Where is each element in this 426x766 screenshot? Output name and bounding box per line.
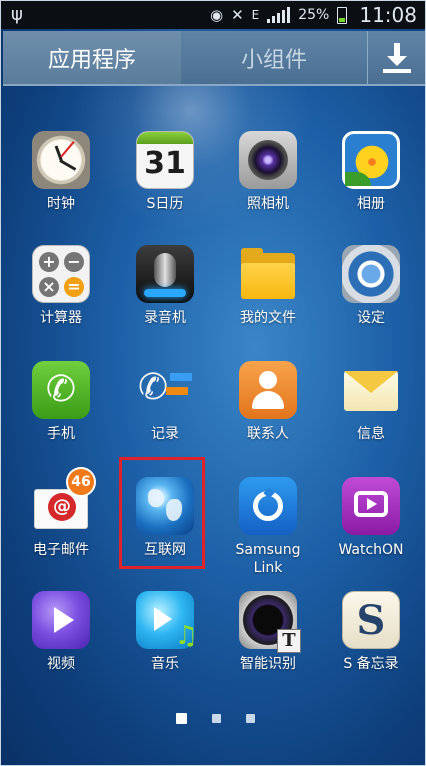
- page-dot[interactable]: [212, 714, 221, 723]
- app-voice-recorder[interactable]: 录音机: [117, 245, 213, 327]
- app-label: 记录: [151, 426, 179, 442]
- phone-icon: ✆: [32, 361, 90, 419]
- app-label: 时钟: [47, 196, 75, 212]
- app-label: S 备忘录: [343, 656, 399, 672]
- highlight-box: [119, 457, 205, 569]
- clock-time: 11:08: [359, 3, 417, 27]
- app-s-calendar[interactable]: 31 S日历: [117, 131, 213, 213]
- app-label: 录音机: [144, 310, 186, 326]
- app-label: S日历: [146, 196, 184, 212]
- app-calculator[interactable]: + − × = 计算器: [13, 245, 109, 327]
- app-optical-reader[interactable]: T 智能识别: [220, 591, 316, 673]
- settings-gear-icon: [342, 245, 400, 303]
- app-music[interactable]: ♫ 音乐: [117, 591, 213, 673]
- app-label: 智能识别: [240, 656, 296, 672]
- eye-icon: ◉: [209, 6, 224, 24]
- mute-icon: ✕: [231, 6, 244, 24]
- status-bar: ψ ◉ ✕ E 25% 11:08: [1, 1, 425, 29]
- clock-icon: [32, 131, 90, 189]
- app-label: 信息: [357, 426, 385, 442]
- music-icon: ♫: [136, 591, 198, 651]
- page-indicator: [1, 713, 426, 726]
- app-watchon[interactable]: WatchON: [323, 477, 419, 559]
- app-gallery[interactable]: 相册: [323, 131, 419, 213]
- status-bar-right: ◉ ✕ E 25% 11:08: [210, 1, 417, 29]
- app-drawer-tabs: 应用程序 小组件: [3, 31, 425, 86]
- download-icon: [382, 42, 411, 73]
- voice-recorder-icon: [136, 245, 194, 303]
- app-label: 电子邮件: [33, 542, 89, 558]
- message-envelope-icon: [342, 361, 400, 419]
- app-label: 相册: [357, 196, 385, 212]
- app-label: 我的文件: [240, 310, 296, 326]
- tab-apps[interactable]: 应用程序: [3, 31, 181, 84]
- app-label-line: Link: [253, 560, 283, 576]
- email-icon: @ 46: [32, 467, 96, 535]
- app-label: Samsung Link: [220, 541, 316, 577]
- app-call-log[interactable]: ✆ 记录: [117, 361, 213, 443]
- network-type-label: E: [251, 8, 260, 22]
- app-clock[interactable]: 时钟: [13, 131, 109, 213]
- app-label: 照相机: [247, 196, 289, 212]
- contacts-icon: [239, 361, 297, 419]
- app-messages[interactable]: 信息: [323, 361, 419, 443]
- app-video[interactable]: 视频: [13, 591, 109, 673]
- folder-icon: [239, 245, 297, 303]
- app-label: 联系人: [247, 426, 289, 442]
- watchon-icon: [342, 477, 400, 535]
- calendar-date-number: 31: [144, 146, 186, 181]
- unread-count-badge: 46: [66, 467, 96, 497]
- app-camera[interactable]: 照相机: [220, 131, 316, 213]
- gallery-icon: [342, 131, 400, 189]
- app-s-memo[interactable]: S S 备忘录: [323, 591, 419, 673]
- app-label: 手机: [47, 426, 75, 442]
- page-dot-active[interactable]: [176, 713, 187, 724]
- call-log-icon: ✆: [136, 361, 194, 419]
- signal-strength-icon: [267, 7, 291, 23]
- memo-letter: S: [356, 597, 386, 644]
- battery-percent: 25%: [298, 7, 330, 23]
- usb-icon: ψ: [11, 4, 23, 25]
- calculator-icon: + − × =: [32, 245, 90, 303]
- app-contacts[interactable]: 联系人: [220, 361, 316, 443]
- app-phone[interactable]: ✆ 手机: [13, 361, 109, 443]
- app-settings[interactable]: 设定: [323, 245, 419, 327]
- app-label: WatchON: [338, 542, 404, 558]
- app-label: 计算器: [40, 310, 82, 326]
- app-samsung-link[interactable]: Samsung Link: [220, 477, 316, 577]
- battery-icon: [337, 6, 348, 24]
- app-label: 设定: [357, 310, 385, 326]
- video-play-icon: [32, 591, 90, 649]
- memo-icon: S: [342, 591, 400, 649]
- page-dot[interactable]: [246, 714, 255, 723]
- app-label: 音乐: [151, 656, 179, 672]
- calendar-icon: 31: [136, 131, 194, 189]
- home-screen: ψ ◉ ✕ E 25% 11:08 应用程序 小组件 时钟 31 S日历 照相机…: [0, 0, 426, 766]
- optical-reader-icon: T: [239, 591, 301, 653]
- tab-widgets[interactable]: 小组件: [181, 31, 367, 84]
- camera-icon: [239, 131, 297, 189]
- samsung-link-icon: [239, 477, 297, 535]
- app-my-files[interactable]: 我的文件: [220, 245, 316, 327]
- download-button[interactable]: [367, 31, 425, 84]
- app-label: 视频: [47, 656, 75, 672]
- app-email[interactable]: @ 46 电子邮件: [13, 467, 109, 559]
- app-label-line: Samsung: [235, 542, 301, 558]
- ocr-letter: T: [277, 629, 301, 653]
